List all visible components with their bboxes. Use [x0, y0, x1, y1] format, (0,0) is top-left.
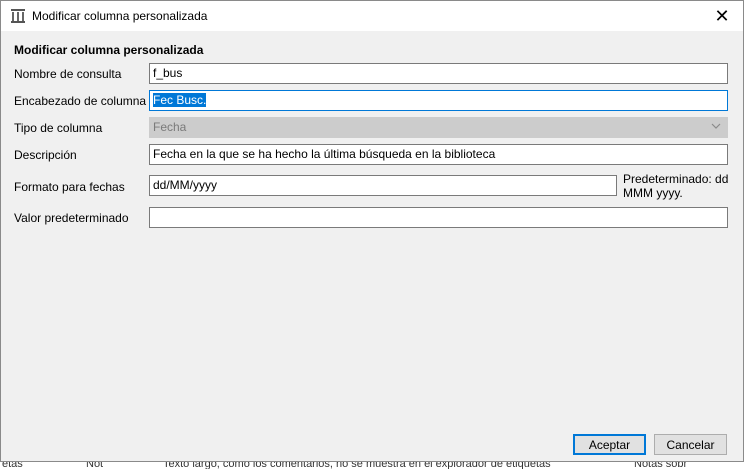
description-input[interactable]: Fecha en la que se ha hecho la última bú… — [149, 144, 728, 165]
edit-custom-column-dialog: Modificar columna personalizada ✕ Modifi… — [0, 0, 744, 462]
column-type-value: Fecha — [153, 120, 187, 134]
date-format-hint: Predeterminado: dd MMM yyyy. — [623, 172, 739, 200]
default-value-label: Valor predeterminado — [14, 211, 129, 225]
chevron-down-icon — [711, 121, 721, 136]
cancel-button[interactable]: Cancelar — [654, 434, 727, 455]
close-button[interactable]: ✕ — [701, 1, 743, 31]
library-icon — [10, 8, 26, 24]
close-icon: ✕ — [714, 5, 730, 26]
title-bar: Modificar columna personalizada ✕ — [1, 1, 743, 31]
hint-line: MMM yyyy. — [623, 186, 683, 200]
section-title: Modificar columna personalizada — [14, 43, 204, 57]
column-heading-label: Encabezado de columna — [14, 94, 147, 108]
window-title: Modificar columna personalizada — [32, 9, 208, 23]
selected-text: Fec Busc. — [153, 93, 207, 107]
column-type-label: Tipo de columna — [14, 121, 103, 135]
hint-line: Predeterminado: dd — [623, 172, 729, 186]
column-heading-input[interactable]: Fec Busc. — [149, 90, 728, 111]
lookup-name-input[interactable]: f_bus — [149, 63, 728, 84]
date-format-label: Formato para fechas — [14, 180, 125, 194]
description-label: Descripción — [14, 148, 77, 162]
column-type-select: Fecha — [149, 117, 728, 138]
lookup-name-label: Nombre de consulta — [14, 67, 122, 81]
date-format-input[interactable]: dd/MM/yyyy — [149, 175, 617, 196]
default-value-input[interactable] — [149, 207, 728, 228]
accept-button[interactable]: Aceptar — [573, 434, 646, 455]
